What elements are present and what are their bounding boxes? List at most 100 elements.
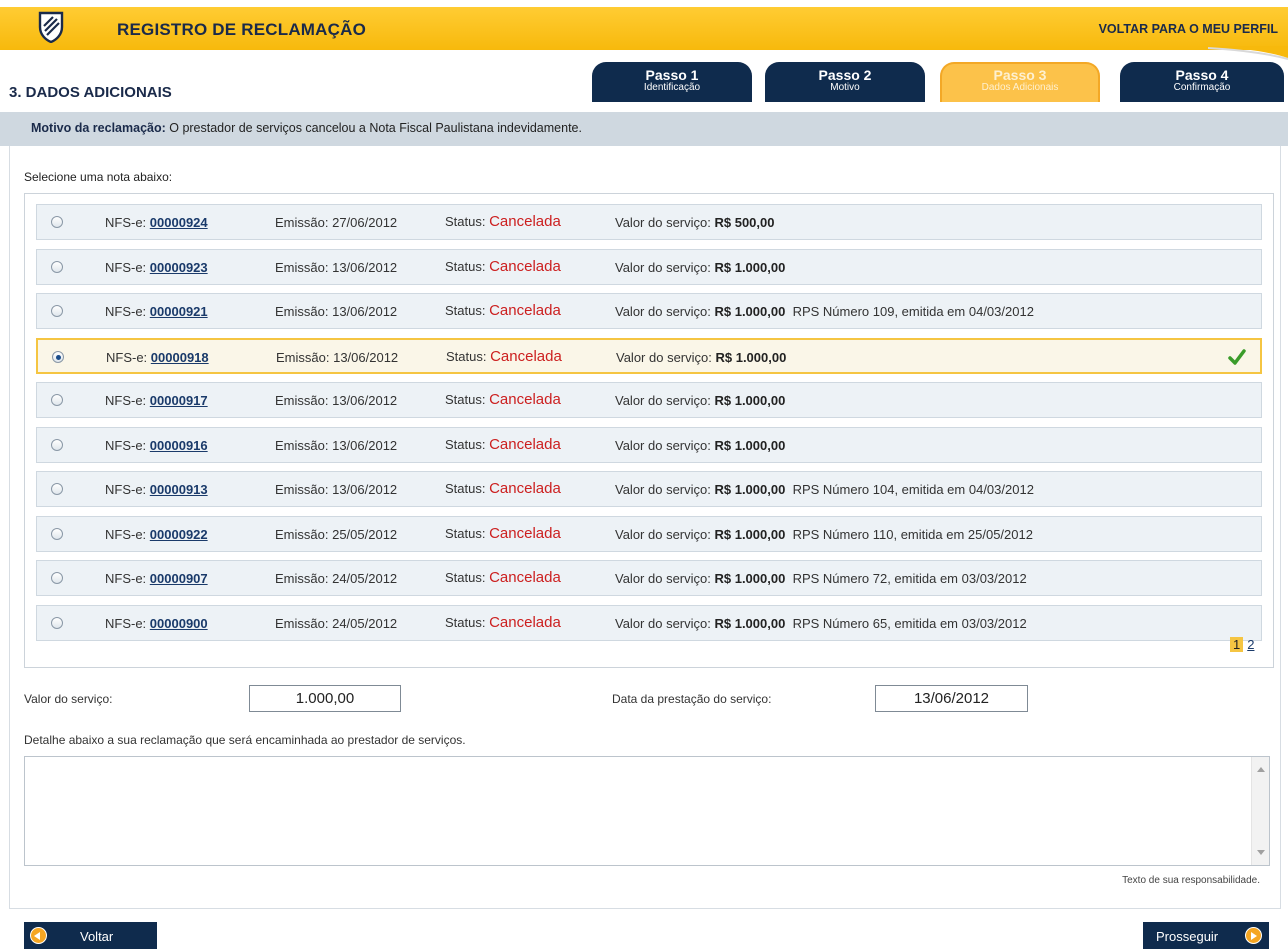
nfs-label: NFS-e: xyxy=(105,527,147,542)
note-number-cell: NFS-e: 00000913 xyxy=(105,482,208,497)
step-tab-1[interactable]: Passo 1 Identificação xyxy=(592,62,752,102)
issue-date-value: 13/06/2012 xyxy=(332,482,398,497)
note-number-link[interactable]: 00000900 xyxy=(150,616,208,631)
status-label: Status: xyxy=(445,570,486,585)
note-row[interactable]: NFS-e: 00000913 Emissão: 13/06/2012 Status… xyxy=(36,471,1262,507)
note-row[interactable]: NFS-e: 00000917 Emissão: 13/06/2012 Status… xyxy=(36,382,1262,418)
issue-date-value: 24/05/2012 xyxy=(332,616,398,631)
rps-info: RPS Número 109, emitida em 04/03/2012 xyxy=(792,304,1034,319)
service-value-input[interactable]: 1.000,00 xyxy=(249,685,401,712)
note-number-link[interactable]: 00000907 xyxy=(150,571,208,586)
note-number-link[interactable]: 00000913 xyxy=(150,482,208,497)
status-label: Status: xyxy=(445,392,486,407)
note-radio-button[interactable] xyxy=(51,261,63,273)
note-service-value: Valor do serviço: R$ 1.000,00 xyxy=(615,260,785,275)
note-row[interactable]: NFS-e: 00000918 Emissão: 13/06/2012 Status… xyxy=(36,338,1262,374)
note-service-value: Valor do serviço: R$ 500,00 xyxy=(615,215,774,230)
note-row[interactable]: NFS-e: 00000921 Emissão: 13/06/2012 Status… xyxy=(36,293,1262,329)
scroll-down-arrow-icon[interactable] xyxy=(1257,850,1265,855)
note-issue-date: Emissão: 13/06/2012 xyxy=(275,438,397,453)
issue-label: Emissão: xyxy=(275,527,329,542)
note-radio-button[interactable] xyxy=(51,483,63,495)
note-radio-button[interactable] xyxy=(51,439,63,451)
service-value-label: Valor do serviço: xyxy=(24,692,113,706)
note-radio-button[interactable] xyxy=(51,305,63,317)
back-to-profile-link[interactable]: VOLTAR PARA O MEU PERFIL xyxy=(1099,22,1278,36)
status-label: Status: xyxy=(445,437,486,452)
issue-date-value: 13/06/2012 xyxy=(332,304,398,319)
service-date-input[interactable]: 13/06/2012 xyxy=(875,685,1028,712)
step-tab-2[interactable]: Passo 2 Motivo xyxy=(765,62,925,102)
textarea-scrollbar[interactable] xyxy=(1251,757,1269,865)
note-number-link[interactable]: 00000921 xyxy=(150,304,208,319)
note-status: Status: Cancelada xyxy=(445,569,561,586)
note-number-cell: NFS-e: 00000922 xyxy=(105,527,208,542)
issue-label: Emissão: xyxy=(275,616,329,631)
note-number-link[interactable]: 00000924 xyxy=(150,215,208,230)
value-amount: R$ 1.000,00 xyxy=(714,260,786,275)
note-radio-button[interactable] xyxy=(51,528,63,540)
rps-info: RPS Número 110, emitida em 25/05/2012 xyxy=(792,527,1033,542)
note-number-link[interactable]: 00000916 xyxy=(150,438,208,453)
value-label: Valor do serviço: xyxy=(615,616,711,631)
note-issue-date: Emissão: 13/06/2012 xyxy=(275,482,397,497)
status-value: Cancelada xyxy=(489,614,561,631)
note-row[interactable]: NFS-e: 00000907 Emissão: 24/05/2012 Status… xyxy=(36,560,1262,596)
back-button[interactable]: Voltar xyxy=(24,922,157,949)
note-issue-date: Emissão: 25/05/2012 xyxy=(275,527,397,542)
value-amount: R$ 1.000,00 xyxy=(714,527,786,542)
complaint-reason-text: O prestador de serviços cancelou a Nota … xyxy=(169,121,582,135)
note-status: Status: Cancelada xyxy=(445,614,561,631)
issue-date-value: 13/06/2012 xyxy=(332,393,398,408)
rps-info: RPS Número 65, emitida em 03/03/2012 xyxy=(792,616,1027,631)
status-value: Cancelada xyxy=(489,391,561,408)
note-number-link[interactable]: 00000923 xyxy=(150,260,208,275)
complaint-detail-textarea[interactable] xyxy=(24,756,1270,866)
step-tab-3-active[interactable]: Passo 3 Dados Adicionais xyxy=(940,62,1100,102)
nfs-label: NFS-e: xyxy=(105,260,147,275)
note-number-link[interactable]: 00000917 xyxy=(150,393,208,408)
note-service-value: Valor do serviço: R$ 1.000,00 RPS Número… xyxy=(615,482,1034,497)
note-issue-date: Emissão: 13/06/2012 xyxy=(275,304,397,319)
note-radio-button[interactable] xyxy=(52,351,64,363)
status-label: Status: xyxy=(446,349,487,364)
scroll-up-arrow-icon[interactable] xyxy=(1257,767,1265,772)
arrow-left-circle-icon xyxy=(30,927,47,944)
note-service-value: Valor do serviço: R$ 1.000,00 xyxy=(615,393,785,408)
value-amount: R$ 1.000,00 xyxy=(714,616,786,631)
note-number-link[interactable]: 00000918 xyxy=(151,350,209,365)
note-radio-button[interactable] xyxy=(51,216,63,228)
arrow-right-circle-icon xyxy=(1245,927,1262,944)
note-issue-date: Emissão: 24/05/2012 xyxy=(275,571,397,586)
step-tab-4[interactable]: Passo 4 Confirmação xyxy=(1120,62,1284,102)
note-radio-button[interactable] xyxy=(51,394,63,406)
pagination-page-2[interactable]: 2 xyxy=(1247,637,1254,652)
step-tab-title: Passo 1 xyxy=(645,67,699,83)
pagination: 12 xyxy=(1230,637,1254,652)
note-row[interactable]: NFS-e: 00000916 Emissão: 13/06/2012 Status… xyxy=(36,427,1262,463)
status-label: Status: xyxy=(445,214,486,229)
proceed-button[interactable]: Prosseguir xyxy=(1143,922,1269,949)
note-radio-button[interactable] xyxy=(51,572,63,584)
pagination-current-page[interactable]: 1 xyxy=(1230,637,1244,652)
note-row[interactable]: NFS-e: 00000922 Emissão: 25/05/2012 Status… xyxy=(36,516,1262,552)
issue-label: Emissão: xyxy=(275,215,329,230)
note-number-link[interactable]: 00000922 xyxy=(150,527,208,542)
rps-info: RPS Número 72, emitida em 03/03/2012 xyxy=(792,571,1027,586)
note-row[interactable]: NFS-e: 00000900 Emissão: 24/05/2012 Status… xyxy=(36,605,1262,641)
note-row[interactable]: NFS-e: 00000924 Emissão: 27/06/2012 Status… xyxy=(36,204,1262,240)
nfs-label: NFS-e: xyxy=(105,616,147,631)
status-label: Status: xyxy=(445,526,486,541)
note-status: Status: Cancelada xyxy=(445,525,561,542)
note-number-cell: NFS-e: 00000924 xyxy=(105,215,208,230)
note-row[interactable]: NFS-e: 00000923 Emissão: 13/06/2012 Status… xyxy=(36,249,1262,285)
note-radio-button[interactable] xyxy=(51,617,63,629)
page-header-title: REGISTRO DE RECLAMAÇÃO xyxy=(117,20,367,39)
back-button-label: Voltar xyxy=(80,929,114,944)
nfs-label: NFS-e: xyxy=(105,304,147,319)
note-number-cell: NFS-e: 00000916 xyxy=(105,438,208,453)
value-amount: R$ 1.000,00 xyxy=(714,304,786,319)
status-value: Cancelada xyxy=(489,258,561,275)
note-status: Status: Cancelada xyxy=(445,480,561,497)
value-amount: R$ 1.000,00 xyxy=(715,350,787,365)
